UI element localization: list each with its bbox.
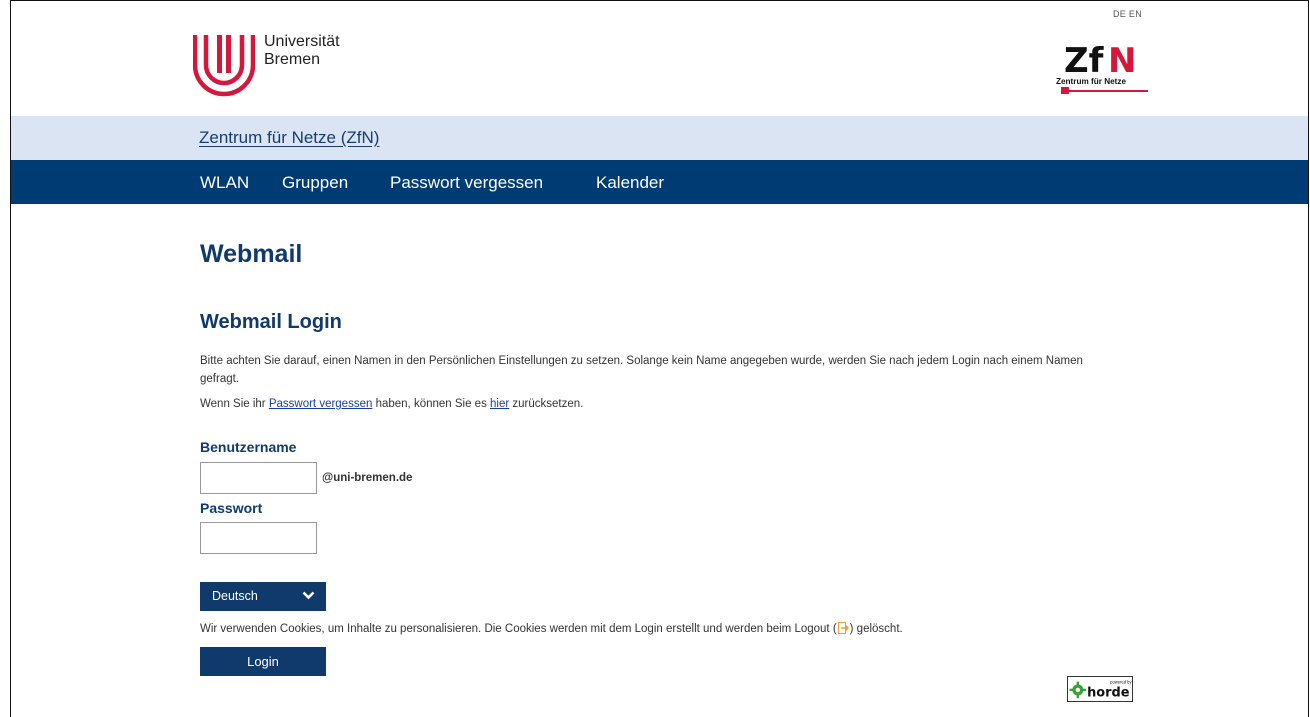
language-switcher: DE EN (1113, 9, 1142, 19)
cookies-text-before: Wir verwenden Cookies, um Inhalte zu per… (200, 623, 837, 635)
language-select-value: Deutsch (212, 589, 258, 603)
zfn-home-link[interactable]: Zentrum für Netze (ZfN) (199, 128, 379, 148)
page-title: Webmail (200, 240, 303, 268)
zfn-logo-caption: Zentrum für Netze (1056, 77, 1127, 86)
chevron-down-icon (302, 591, 315, 600)
logout-icon (837, 622, 849, 634)
username-label: Benutzername (200, 439, 297, 455)
nav-item-passwort-vergessen[interactable]: Passwort vergessen (390, 173, 543, 193)
sub-header-band: Zentrum für Netze (ZfN) (11, 116, 1308, 160)
forgot-password-link[interactable]: Passwort vergessen (269, 398, 373, 410)
username-input[interactable] (200, 462, 317, 494)
forgot-prefix-text: Wenn Sie ihr (200, 398, 269, 410)
language-select[interactable]: Deutsch (200, 582, 326, 611)
login-heading: Webmail Login (200, 311, 342, 333)
zfn-logo[interactable]: Zf N Zentrum für Netze (1054, 36, 1150, 98)
nav-item-kalender[interactable]: Kalender (596, 173, 664, 193)
lang-en-link[interactable]: EN (1129, 9, 1142, 19)
zfn-logo-n: N (1108, 41, 1136, 81)
forgot-middle-text: haben, können Sie es (372, 398, 491, 410)
university-name: Universität Bremen (264, 33, 340, 69)
zfn-logo-zf: Zf (1064, 41, 1105, 81)
cookies-notice: Wir verwenden Cookies, um Inhalte zu per… (200, 622, 903, 635)
reset-here-link[interactable]: hier (490, 398, 509, 410)
university-name-line2: Bremen (264, 51, 321, 68)
horde-wordmark: horde (1087, 685, 1130, 700)
university-u-icon (193, 35, 255, 97)
cookies-text-after: ) gelöscht. (849, 623, 903, 635)
password-input[interactable] (200, 522, 317, 554)
forgot-suffix-text: zurücksetzen. (509, 398, 584, 410)
powered-by-horde-badge[interactable]: powered by horde (1067, 676, 1133, 702)
university-logo[interactable]: Universität Bremen (193, 33, 340, 97)
name-info-text: Bitte achten Sie darauf, einen Namen in … (200, 355, 1083, 385)
nav-item-gruppen[interactable]: Gruppen (282, 173, 348, 193)
horde-powered-by-text: powered by (1110, 679, 1132, 684)
login-button[interactable]: Login (200, 647, 326, 676)
lang-de-link[interactable]: DE (1113, 9, 1126, 19)
main-navigation: WLAN Gruppen Passwort vergessen Kalender (11, 160, 1308, 204)
university-name-line1: Universität (264, 33, 340, 50)
username-domain-suffix: @uni-bremen.de (322, 472, 413, 484)
nav-item-wlan[interactable]: WLAN (200, 173, 249, 193)
password-label: Passwort (200, 500, 263, 516)
forgot-password-text: Wenn Sie ihr Passwort vergessen haben, k… (200, 398, 583, 410)
